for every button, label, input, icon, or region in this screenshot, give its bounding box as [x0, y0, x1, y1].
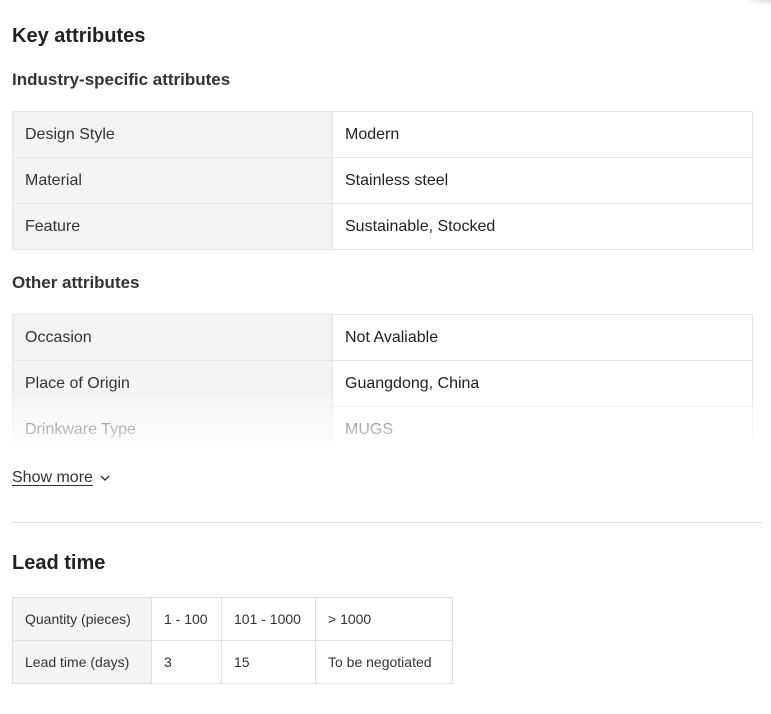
table-row: Occasion Not Avaliable — [12, 314, 753, 361]
lead-time-table: Quantity (pieces) 1 - 100 101 - 1000 > 1… — [12, 597, 453, 684]
attribute-value: Stainless steel — [332, 157, 753, 204]
table-row: Drinkware Type MUGS — [12, 406, 753, 446]
key-attributes-title: Key attributes — [12, 25, 146, 47]
attribute-key: Drinkware Type — [12, 406, 333, 446]
attribute-value: Sustainable, Stocked — [332, 203, 753, 250]
show-more-label: Show more — [12, 469, 93, 486]
lead-time-header-cell: 1 - 100 — [151, 597, 222, 641]
attribute-key: Feature — [12, 203, 333, 250]
attribute-value: MUGS — [332, 406, 753, 446]
attribute-key: Design Style — [12, 111, 333, 158]
attribute-key: Occasion — [12, 314, 333, 361]
lead-time-cell: To be negotiated — [315, 640, 453, 684]
industry-attributes-title: Industry-specific attributes — [12, 70, 231, 89]
table-row: Material Stainless steel — [12, 157, 753, 204]
table-row: Design Style Modern — [12, 111, 753, 158]
other-attributes-container: Occasion Not Avaliable Place of Origin G… — [12, 314, 753, 446]
table-row: Quantity (pieces) 1 - 100 101 - 1000 > 1… — [12, 597, 453, 641]
lead-time-header-label: Quantity (pieces) — [12, 597, 152, 641]
lead-time-header-cell: 101 - 1000 — [221, 597, 316, 641]
lead-time-cell: 15 — [221, 640, 316, 684]
attribute-value: Modern — [332, 111, 753, 158]
lead-time-title: Lead time — [12, 552, 106, 574]
lead-time-cell: 3 — [151, 640, 222, 684]
attribute-value: Guangdong, China — [332, 360, 753, 407]
attribute-value: Not Avaliable — [332, 314, 753, 361]
other-attributes-table: Occasion Not Avaliable Place of Origin G… — [12, 314, 753, 446]
top-right-shadow — [741, 0, 771, 6]
show-more-button[interactable]: Show more — [12, 469, 111, 487]
section-divider — [12, 522, 762, 523]
other-attributes-title: Other attributes — [12, 273, 140, 292]
table-row: Feature Sustainable, Stocked — [12, 203, 753, 250]
lead-time-row-label: Lead time (days) — [12, 640, 152, 684]
attribute-key: Place of Origin — [12, 360, 333, 407]
lead-time-header-cell: > 1000 — [315, 597, 453, 641]
attribute-key: Material — [12, 157, 333, 204]
table-row: Place of Origin Guangdong, China — [12, 360, 753, 407]
table-row: Lead time (days) 3 15 To be negotiated — [12, 640, 453, 684]
industry-attributes-table: Design Style Modern Material Stainless s… — [12, 111, 753, 250]
chevron-down-icon — [100, 475, 110, 481]
